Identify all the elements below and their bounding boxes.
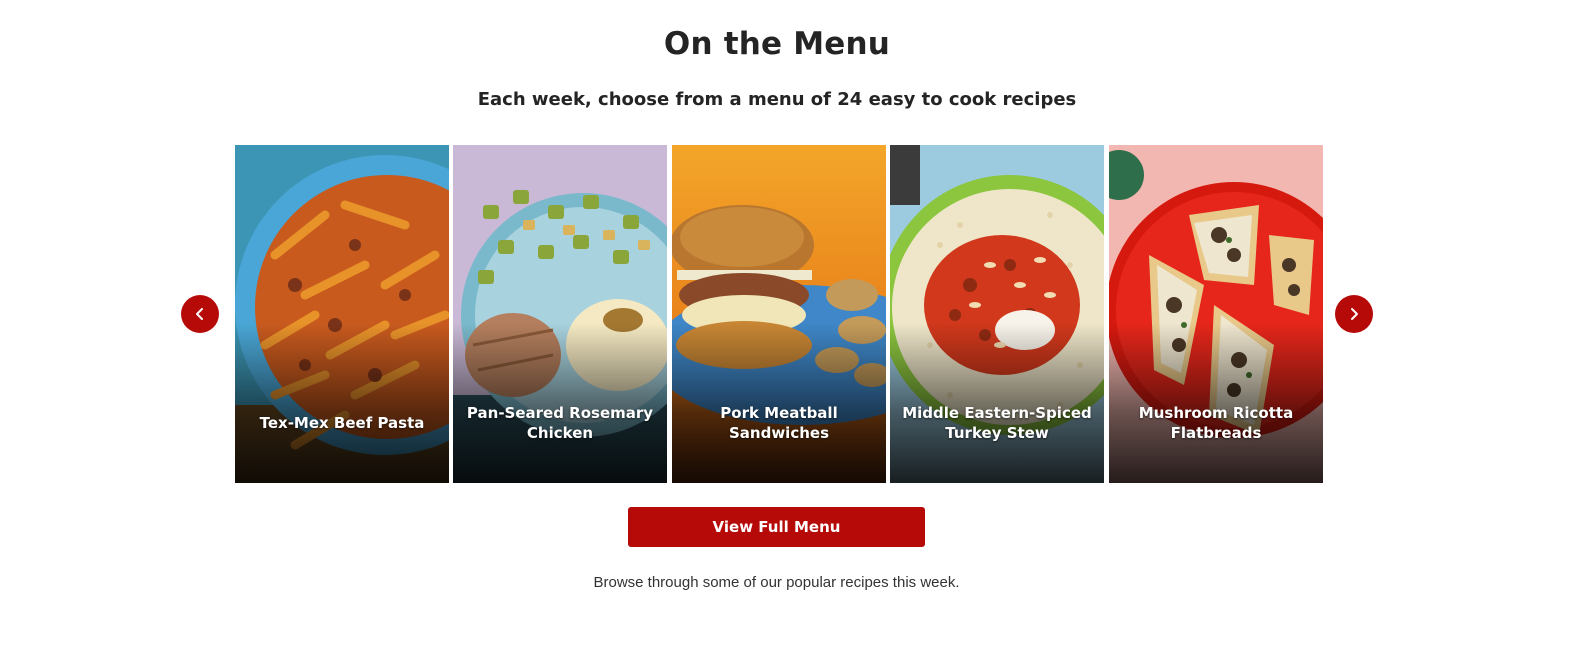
recipe-card[interactable]: Pan-Seared Rosemary Chicken: [453, 145, 667, 483]
section-subtitle: Each week, choose from a menu of 24 easy…: [477, 89, 1077, 110]
recipe-name: Mushroom Ricotta Flatbreads: [1138, 404, 1294, 442]
recipe-card[interactable]: Middle Eastern-Spiced Turkey Stew: [890, 145, 1104, 483]
recipe-card[interactable]: Mushroom Ricotta Flatbreads: [1109, 145, 1323, 483]
recipe-name: Pork Meatball Sandwiches: [720, 404, 838, 442]
browse-note: Browse through some of our popular recip…: [593, 574, 960, 591]
chevron-left-icon: [196, 308, 203, 320]
recipe-card[interactable]: Tex-Mex Beef Pasta: [235, 145, 449, 483]
recipe-carousel: Tex-Mex Beef Pasta Pan-Seared Rosemary C…: [235, 145, 1324, 483]
recipe-name: Pan-Seared Rosemary Chicken: [466, 404, 654, 442]
section-title: On the Menu: [663, 26, 891, 62]
carousel-next-button[interactable]: [1335, 295, 1373, 333]
recipe-card[interactable]: Pork Meatball Sandwiches: [672, 145, 886, 483]
carousel-prev-button[interactable]: [181, 295, 219, 333]
chevron-right-icon: [1351, 308, 1358, 320]
recipe-name: Middle Eastern-Spiced Turkey Stew: [902, 404, 1092, 442]
view-full-menu-button[interactable]: View Full Menu: [628, 507, 925, 547]
recipe-name: Tex-Mex Beef Pasta: [259, 414, 425, 432]
